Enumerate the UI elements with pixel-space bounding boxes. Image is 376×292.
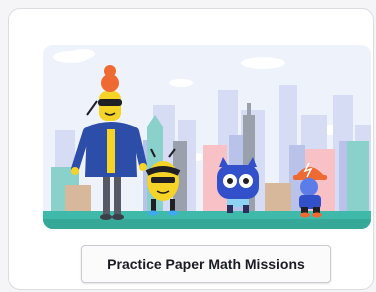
mission-card[interactable]: Practice Paper Math Missions: [8, 8, 374, 290]
practice-missions-button[interactable]: Practice Paper Math Missions: [81, 245, 331, 283]
city-scene-graphic: [43, 45, 371, 229]
mission-illustration: [43, 45, 371, 229]
